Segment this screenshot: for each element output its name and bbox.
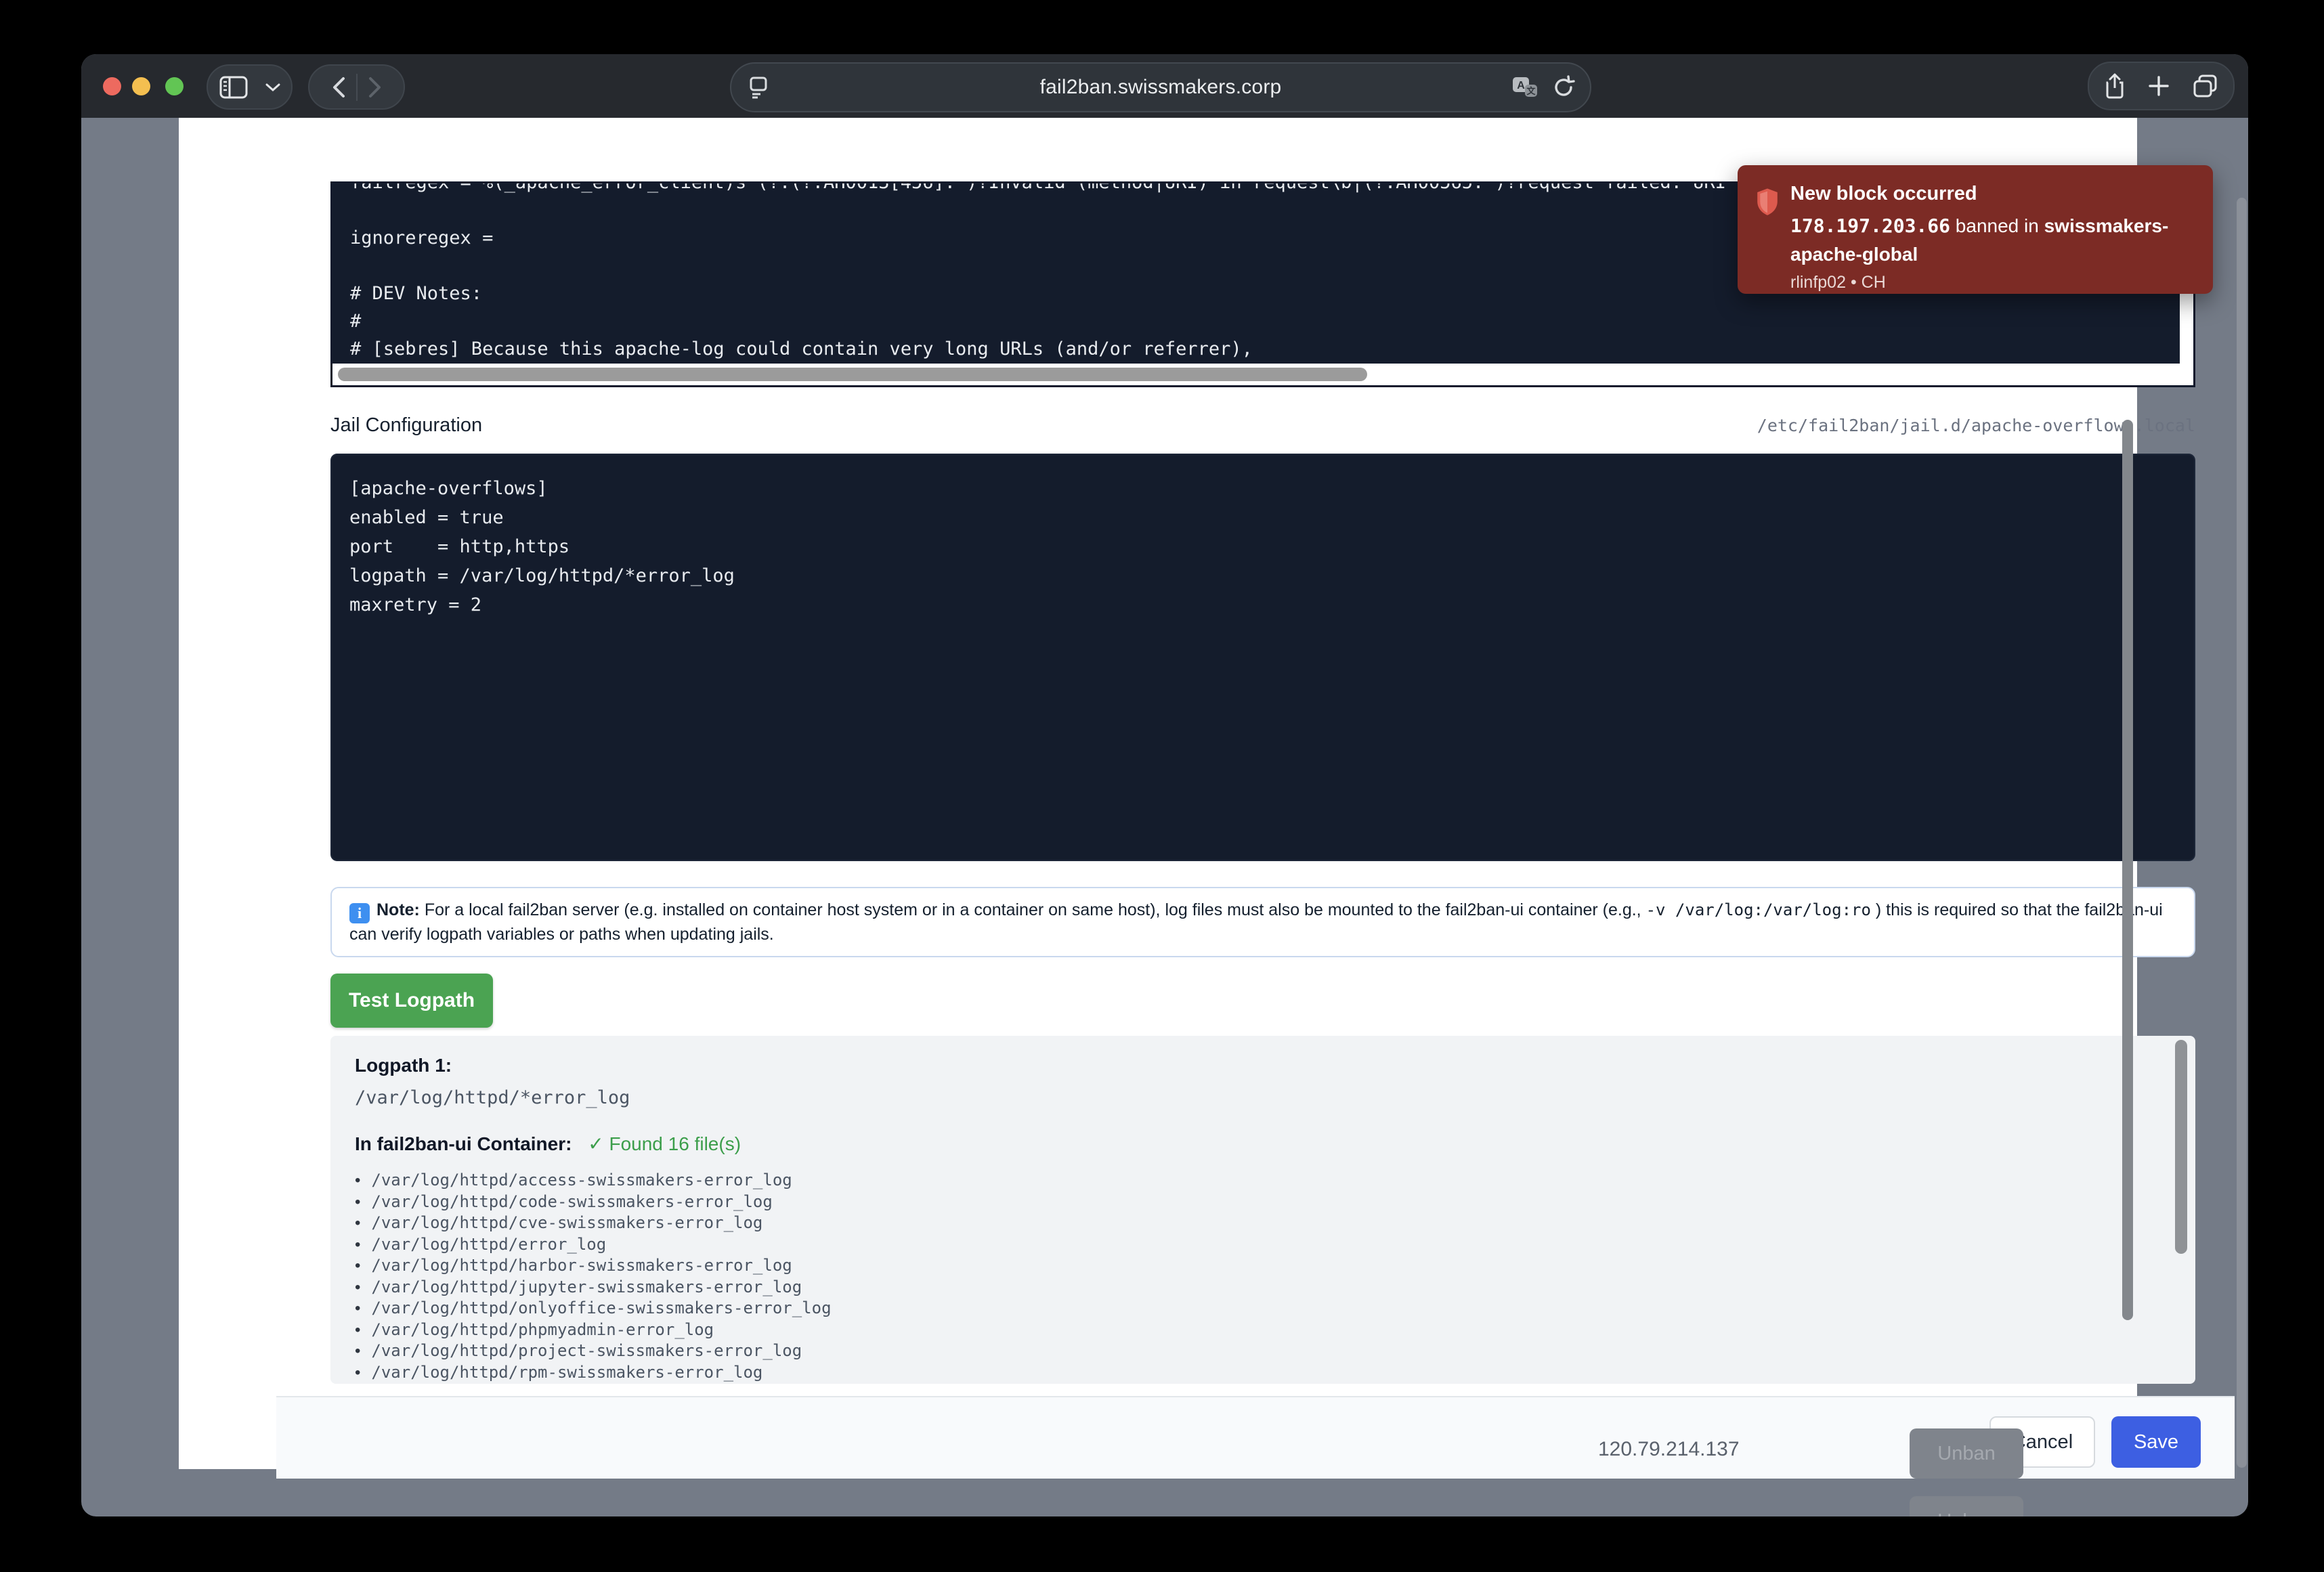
chevron-down-icon xyxy=(265,83,280,92)
logpath-results-panel: Logpath 1: /var/log/httpd/*error_log In … xyxy=(330,1036,2195,1384)
found-file-item: /var/log/httpd/code-swissmakers-error_lo… xyxy=(355,1192,2171,1213)
found-file-item: /var/log/httpd/project-swissmakers-error… xyxy=(355,1340,2171,1362)
found-file-item: /var/log/httpd/cve-swissmakers-error_log xyxy=(355,1213,2171,1234)
close-window-button[interactable] xyxy=(103,77,121,95)
jail-code-line: port = http,https xyxy=(349,532,2194,561)
unban-button-dimmed[interactable]: Unban xyxy=(1910,1428,2023,1479)
jail-code-line: enabled = true xyxy=(349,503,2194,532)
zoom-window-button[interactable] xyxy=(165,77,184,95)
share-icon[interactable] xyxy=(2105,73,2125,99)
note-code: -v /var/log:/var/log:ro xyxy=(1646,900,1871,919)
found-file-item: /var/log/httpd/rpm-swissmakers-error_log xyxy=(355,1362,2171,1384)
logpath-value: /var/log/httpd/*error_log xyxy=(355,1087,2171,1108)
found-count: ✓ Found 16 file(s) xyxy=(588,1133,741,1154)
edit-jail-modal: failregex = %(_apache_error_client)s (?:… xyxy=(179,118,2137,1469)
unban-button-dimmed-clipped[interactable]: Unban xyxy=(1910,1496,2023,1516)
jail-code-line: [apache-overflows] xyxy=(349,474,2194,503)
minimize-window-button[interactable] xyxy=(132,77,150,95)
jail-config-editor[interactable]: [apache-overflows]enabled = trueport = h… xyxy=(330,454,2195,861)
new-block-toast[interactable]: New block occurred 178.197.203.66 banned… xyxy=(1738,165,2213,294)
filter-code-line: # xyxy=(350,307,2180,335)
toast-title: New block occurred xyxy=(1790,183,2194,205)
sidebar-toggle-button[interactable] xyxy=(207,64,293,110)
address-bar[interactable]: fail2ban.swissmakers.corp A文 xyxy=(730,62,1591,112)
toast-message: 178.197.203.66 banned in swissmakers-apa… xyxy=(1790,212,2194,269)
container-label: In fail2ban-ui Container: xyxy=(355,1133,572,1154)
back-button[interactable] xyxy=(321,77,356,98)
new-tab-icon[interactable] xyxy=(2148,75,2170,97)
toast-middle: banned in xyxy=(1950,215,2044,236)
save-button[interactable]: Save xyxy=(2111,1416,2201,1468)
jail-code-line: logpath = /var/log/httpd/*error_log xyxy=(349,561,2194,590)
toast-meta: rlinfp02 • CH xyxy=(1790,273,2194,292)
browser-toolbar: fail2ban.swissmakers.corp A文 xyxy=(81,54,2248,118)
test-logpath-button[interactable]: Test Logpath xyxy=(330,974,493,1028)
reload-icon[interactable] xyxy=(1552,75,1575,100)
nav-buttons xyxy=(308,64,405,110)
filter-editor-hscroll-track xyxy=(332,364,2180,385)
container-result-row: In fail2ban-ui Container: ✓ Found 16 fil… xyxy=(355,1133,2171,1155)
found-file-item: /var/log/httpd/phpmyadmin-error_log xyxy=(355,1319,2171,1341)
svg-text:文: 文 xyxy=(1526,86,1536,96)
note-box: i Note: For a local fail2ban server (e.g.… xyxy=(330,887,2195,957)
page-scrollbar-thumb[interactable] xyxy=(2237,198,2247,1468)
filter-code-line: # [sebres] Because this apache-log could… xyxy=(350,335,2180,363)
found-file-item: /var/log/httpd/harbor-swissmakers-error_… xyxy=(355,1255,2171,1277)
translate-icon[interactable]: A文 xyxy=(1510,75,1540,100)
note-text-1: For a local fail2ban server (e.g. instal… xyxy=(420,900,1646,919)
found-file-item: /var/log/httpd/error_log xyxy=(355,1234,2171,1256)
svg-text:A: A xyxy=(1517,80,1525,91)
found-file-item: /var/log/httpd/ xyxy=(355,1383,2171,1384)
sidebar-icon xyxy=(219,76,248,99)
url-text: fail2ban.swissmakers.corp xyxy=(731,76,1590,99)
tabs-overview-icon[interactable] xyxy=(2193,74,2218,97)
modal-scrollbar-thumb[interactable] xyxy=(2122,420,2133,1320)
found-file-item: /var/log/httpd/onlyoffice-swissmakers-er… xyxy=(355,1298,2171,1319)
toolbar-right-group xyxy=(2088,62,2235,110)
found-file-item: /var/log/httpd/jupyter-swissmakers-error… xyxy=(355,1277,2171,1298)
background-ip-cell: 120.79.214.137 xyxy=(1598,1438,1740,1461)
toast-ip: 178.197.203.66 xyxy=(1790,215,1950,237)
logpath-label: Logpath 1: xyxy=(355,1055,2171,1076)
jail-code-line: maxretry = 2 xyxy=(349,590,2194,619)
screen: fail2ban.swissmakers.corp A文 xyxy=(0,0,2324,1572)
browser-window: fail2ban.swissmakers.corp A文 xyxy=(81,54,2248,1516)
jail-config-title: Jail Configuration xyxy=(330,414,482,437)
found-file-item: /var/log/httpd/access-swissmakers-error_… xyxy=(355,1170,2171,1192)
note-label: Note: xyxy=(376,900,420,919)
results-scrollbar-thumb[interactable] xyxy=(2175,1040,2187,1254)
filter-editor-hscroll-thumb[interactable] xyxy=(338,368,1367,381)
shield-icon xyxy=(1754,187,1781,221)
forward-button[interactable] xyxy=(358,77,393,98)
info-icon: i xyxy=(349,903,370,923)
found-files-list: /var/log/httpd/access-swissmakers-error_… xyxy=(355,1170,2171,1384)
jail-config-header: Jail Configuration /etc/fail2ban/jail.d/… xyxy=(330,412,2195,439)
